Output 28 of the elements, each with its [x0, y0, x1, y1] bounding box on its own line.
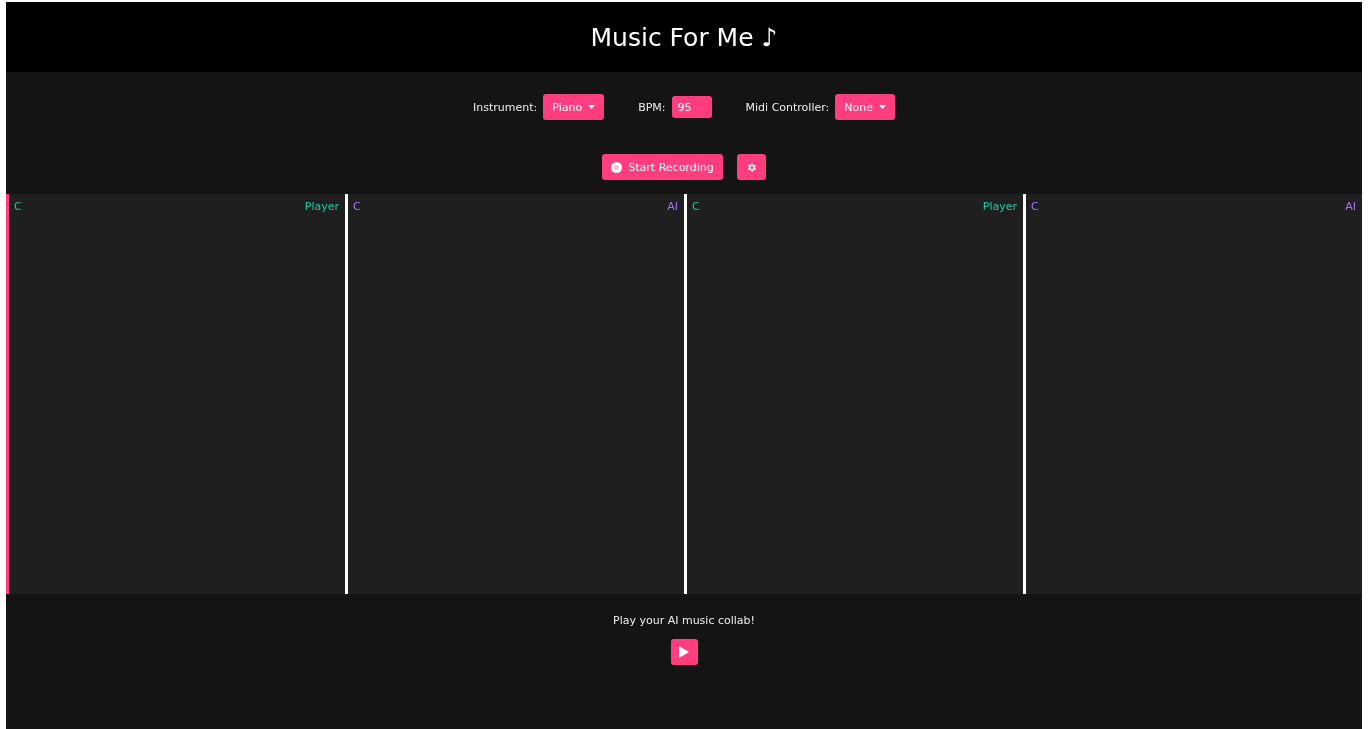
caret-icon	[588, 105, 596, 109]
track-lane[interactable]: C AI	[1023, 194, 1362, 594]
play-icon	[679, 646, 689, 658]
dropdown-button[interactable]: None	[835, 94, 895, 120]
track-lane[interactable]: C AI	[345, 194, 684, 594]
note-label: C	[692, 200, 700, 213]
note-label: C	[1031, 200, 1039, 213]
field-label: Midi Controller:	[745, 100, 830, 114]
role-label: AI	[1345, 200, 1356, 213]
caret-icon	[878, 105, 886, 109]
app-title: Music For Me ♪	[590, 22, 778, 52]
note-label: C	[14, 200, 22, 213]
note-label: C	[353, 200, 361, 213]
track-lane[interactable]: C Player	[6, 194, 345, 594]
dropdown-button[interactable]: Piano	[543, 94, 605, 120]
field-label: BPM:	[638, 100, 666, 114]
role-label: AI	[667, 200, 678, 213]
record-button[interactable]: Start Recording	[602, 154, 723, 180]
settings-button[interactable]	[736, 154, 766, 180]
role-label: Player	[304, 200, 339, 213]
settings-icon	[745, 161, 757, 173]
bpm-input[interactable]: 95	[671, 96, 712, 118]
track-lane[interactable]: C Player	[684, 194, 1023, 594]
play-prompt: Play your AI music collab!	[613, 614, 755, 627]
field-label: Instrument:	[473, 100, 538, 114]
role-label: Player	[982, 200, 1017, 213]
record-icon	[611, 161, 623, 173]
play-button[interactable]	[670, 639, 698, 665]
